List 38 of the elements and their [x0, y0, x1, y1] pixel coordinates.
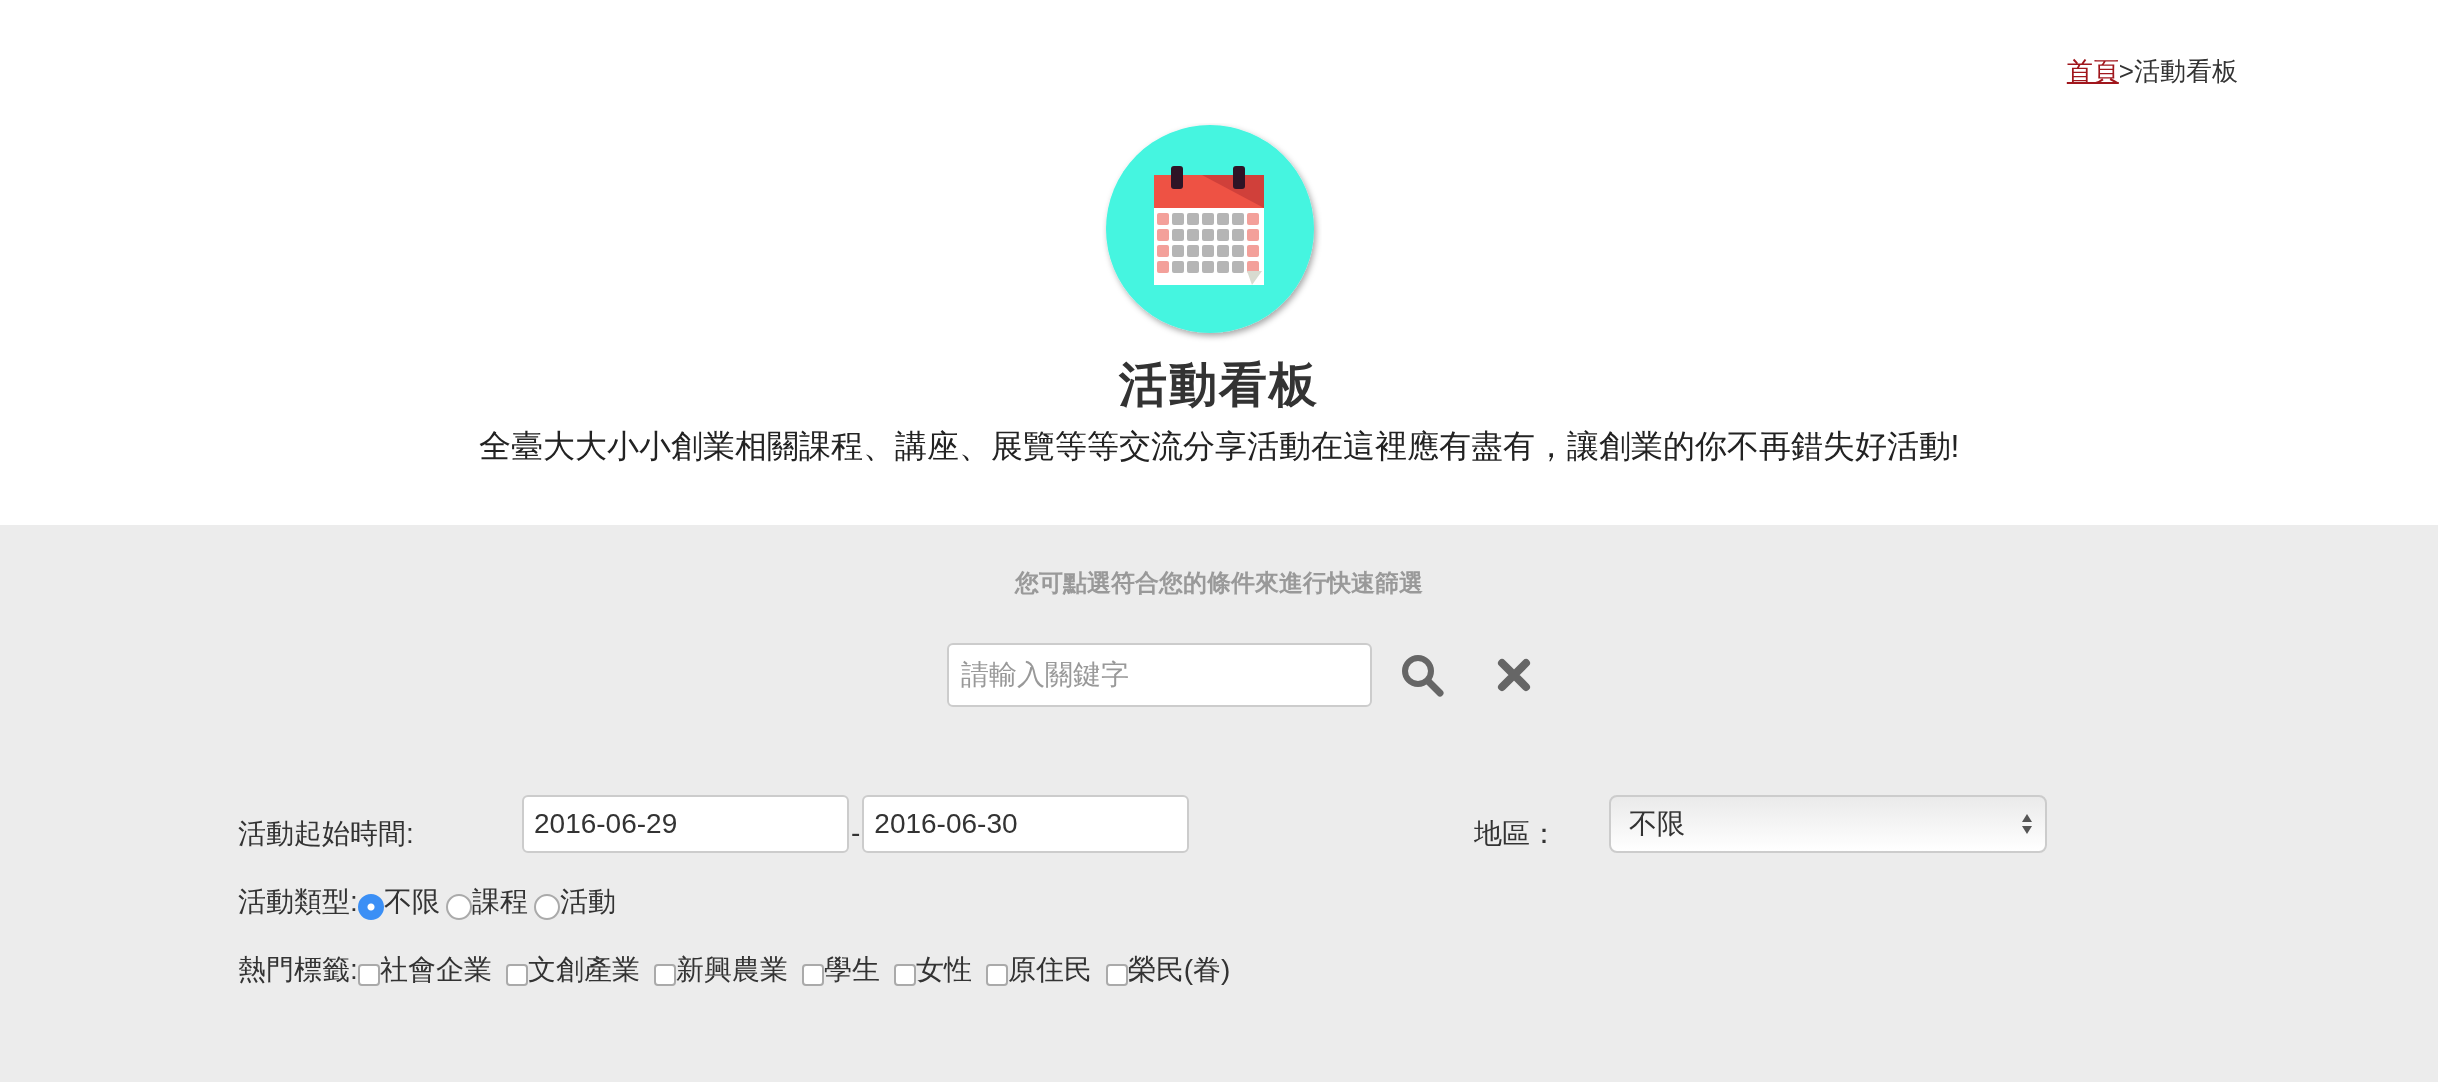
checkbox-label: 女性 [915, 953, 972, 987]
filter-hint: 您可點選符合您的條件來進行快速篩選 [1013, 568, 1424, 598]
date-label: 活動起始時間: [238, 817, 415, 851]
breadcrumb-home-link[interactable]: 首頁 [2066, 56, 2119, 86]
radio-label: 課程 [471, 885, 528, 919]
tags-label: 熱門標籤: [238, 953, 358, 987]
breadcrumb-separator: > [2118, 56, 2134, 86]
checkbox[interactable] [653, 964, 676, 986]
checkbox-label: 學生 [823, 953, 880, 987]
dropdown-arrows-icon [2021, 813, 2034, 835]
checkbox[interactable] [1105, 964, 1128, 986]
search-icon[interactable] [1399, 653, 1444, 697]
page-subtitle: 全臺大大小小創業相關課程、講座、展覽等等交流分享活動在這裡應有盡有，讓創業的你不再錯失好活動! [478, 427, 1960, 466]
breadcrumb-current: 活動看板 [2134, 56, 2238, 86]
radio-button[interactable] [445, 894, 472, 920]
page-title: 活動看板 [1119, 357, 1319, 413]
checkbox[interactable] [801, 964, 824, 986]
radio-label: 不限 [383, 885, 440, 919]
radio-button[interactable] [533, 894, 560, 920]
checkbox-label: 文創產業 [527, 953, 640, 987]
date-separator: - [851, 817, 861, 849]
start-date-field[interactable]: 2016-06-29 [522, 795, 849, 853]
checkbox[interactable] [505, 964, 528, 986]
close-icon[interactable] [1495, 657, 1532, 693]
radio-label: 活動 [559, 885, 616, 919]
radio-button[interactable] [357, 894, 384, 920]
checkbox-label: 榮民(眷) [1127, 953, 1231, 987]
checkbox-label: 新興農業 [675, 953, 788, 987]
checkbox[interactable] [893, 964, 916, 986]
checkbox-label: 原住民 [1007, 953, 1092, 987]
search-field[interactable]: 請輸入關鍵字 [946, 643, 1372, 707]
checkbox-label: 社會企業 [379, 953, 492, 987]
type-label: 活動類型: [238, 885, 358, 919]
checkbox[interactable] [985, 964, 1008, 986]
region-label: 地區： [1474, 817, 1560, 851]
end-date-field[interactable]: 2016-06-30 [862, 795, 1190, 853]
checkbox[interactable] [357, 964, 380, 986]
region-dropdown[interactable]: 不限 [1609, 795, 2048, 853]
